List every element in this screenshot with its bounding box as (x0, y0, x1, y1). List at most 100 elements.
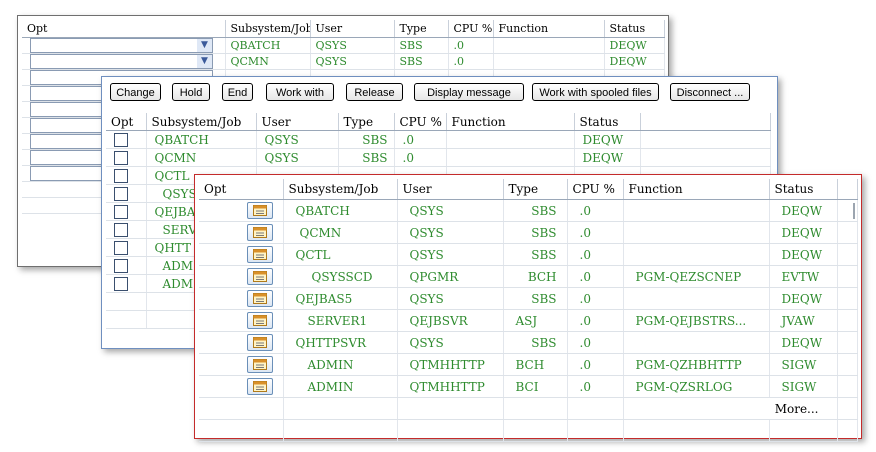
scrollbar-thumb[interactable] (853, 203, 855, 219)
col-header-type[interactable]: Type (338, 113, 395, 131)
user-cell: QEJBSVR (397, 309, 504, 332)
table-row[interactable]: QCTL QSYS SBS .0 DEQW (199, 243, 858, 266)
table-row[interactable]: ▼ QBATCH QSYS SBS .0 DEQW (22, 37, 665, 54)
status-cell: DEQW (769, 331, 838, 354)
row-checkbox[interactable] (114, 222, 128, 237)
function-cell (446, 130, 575, 149)
row-checkbox[interactable] (114, 240, 128, 255)
row-checkbox[interactable] (114, 276, 128, 291)
user-cell: QSYS (310, 37, 395, 54)
function-cell: PGM-QZHBHTTP (623, 353, 770, 376)
display-message-button[interactable]: Display message (414, 83, 524, 101)
job-cell: ADMIN (283, 375, 398, 398)
table-row[interactable]: QCMN QSYS SBS .0 DEQW (199, 221, 858, 244)
calendar-icon (253, 315, 267, 326)
status-cell: DEQW (604, 53, 665, 70)
col-header-opt[interactable]: Opt (199, 179, 284, 200)
col-header-cpu[interactable]: CPU % (394, 113, 447, 131)
col-header-function[interactable]: Function (446, 113, 575, 131)
end-button[interactable]: End (222, 83, 253, 101)
work-with-job-button[interactable] (247, 246, 273, 263)
user-cell: QSYS (397, 287, 504, 310)
table-row[interactable]: QSYSSCD QPGMR BCH .0 PGM-QEZSCNEP EVTW (199, 265, 858, 288)
col-header-filler (640, 113, 771, 131)
cpu-cell: .0 (567, 265, 624, 288)
type-cell: SBS (503, 199, 568, 222)
user-cell: QSYS (256, 148, 339, 167)
table-row[interactable]: ADMIN QTMHHTTP BCH .0 PGM-QZHBHTTP SIGW (199, 353, 858, 376)
status-cell: DEQW (574, 148, 641, 167)
col-header-user[interactable]: User (310, 20, 395, 38)
table-row[interactable]: QBATCH QSYS SBS .0 DEQW (106, 130, 771, 149)
col-header-cpu[interactable]: CPU % (448, 20, 494, 38)
cpu-cell: .0 (567, 199, 624, 222)
calendar-icon (253, 381, 267, 392)
work-with-job-button[interactable] (247, 268, 273, 285)
type-cell: SBS (503, 221, 568, 244)
cpu-cell: .0 (448, 53, 494, 70)
chevron-down-icon[interactable]: ▼ (197, 39, 212, 52)
header-row: Opt Subsystem/Job User Type CPU % Functi… (22, 20, 665, 38)
table-row[interactable]: ADMIN QTMHHTTP BCI .0 PGM-QZSRLOG SIGW (199, 375, 858, 398)
user-cell: QPGMR (397, 265, 504, 288)
table-row[interactable]: QBATCH QSYS SBS .0 DEQW (199, 199, 858, 222)
col-header-status[interactable]: Status (574, 113, 641, 131)
work-with-spooled-files-button[interactable]: Work with spooled files (532, 83, 659, 101)
hold-button[interactable]: Hold (172, 83, 210, 101)
table-row[interactable]: QHTTPSVR QSYS SBS .0 DEQW (199, 331, 858, 354)
job-cell: QHTTPSVR (283, 331, 398, 354)
col-header-opt[interactable]: Opt (106, 113, 147, 131)
status-cell: DEQW (604, 37, 665, 54)
col-header-user[interactable]: User (397, 179, 504, 200)
col-header-type[interactable]: Type (503, 179, 568, 200)
work-with-button[interactable]: Work with (266, 83, 334, 101)
work-with-job-button[interactable] (247, 290, 273, 307)
chevron-down-icon[interactable]: ▼ (197, 55, 212, 68)
row-checkbox[interactable] (114, 186, 128, 201)
table-row[interactable]: ▼ QCMN QSYS SBS .0 DEQW (22, 53, 665, 70)
type-cell: BCH (503, 353, 568, 376)
col-header-cpu[interactable]: CPU % (567, 179, 624, 200)
table-row[interactable]: QEJBAS5 QSYS SBS .0 DEQW (199, 287, 858, 310)
table-row[interactable]: QCMN QSYS SBS .0 DEQW (106, 148, 771, 167)
user-cell: QSYS (397, 243, 504, 266)
col-header-type[interactable]: Type (394, 20, 449, 38)
col-header-user[interactable]: User (256, 113, 339, 131)
row-checkbox[interactable] (114, 168, 128, 183)
work-with-job-button[interactable] (247, 224, 273, 241)
release-button[interactable]: Release (346, 83, 403, 101)
work-with-job-button[interactable] (247, 356, 273, 373)
calendar-icon (253, 337, 267, 348)
status-cell: SIGW (769, 375, 838, 398)
type-cell: SBS (394, 53, 449, 70)
col-header-opt[interactable]: Opt (22, 20, 226, 38)
work-with-job-button[interactable] (247, 312, 273, 329)
more-link[interactable]: More... (623, 397, 838, 420)
function-cell (446, 148, 575, 167)
work-with-job-button[interactable] (247, 334, 273, 351)
col-header-status[interactable]: Status (769, 179, 838, 200)
calendar-icon (253, 205, 267, 216)
row-checkbox[interactable] (114, 204, 128, 219)
user-cell: QSYS (256, 130, 339, 149)
type-cell: ASJ (503, 309, 568, 332)
table-row[interactable]: SERVER1 QEJBSVR ASJ .0 PGM-QEJBSTRS... JVAW (199, 309, 858, 332)
row-checkbox[interactable] (114, 258, 128, 273)
col-header-status[interactable]: Status (604, 20, 665, 38)
row-checkbox[interactable] (114, 132, 128, 147)
disconnect-button[interactable]: Disconnect ... (670, 83, 750, 101)
work-with-job-button[interactable] (247, 202, 273, 219)
cpu-cell: .0 (567, 375, 624, 398)
change-button[interactable]: Change (110, 83, 161, 101)
col-header-job[interactable]: Subsystem/Job (146, 113, 257, 131)
col-header-function[interactable]: Function (493, 20, 605, 38)
row-checkbox[interactable] (114, 150, 128, 165)
col-header-function[interactable]: Function (623, 179, 770, 200)
function-cell (623, 287, 770, 310)
option-dropdown[interactable]: ▼ (30, 54, 213, 69)
work-with-job-button[interactable] (247, 378, 273, 395)
col-header-filler (837, 179, 858, 200)
option-dropdown[interactable]: ▼ (30, 38, 213, 53)
col-header-job[interactable]: Subsystem/Job (225, 20, 311, 38)
col-header-job[interactable]: Subsystem/Job (283, 179, 398, 200)
